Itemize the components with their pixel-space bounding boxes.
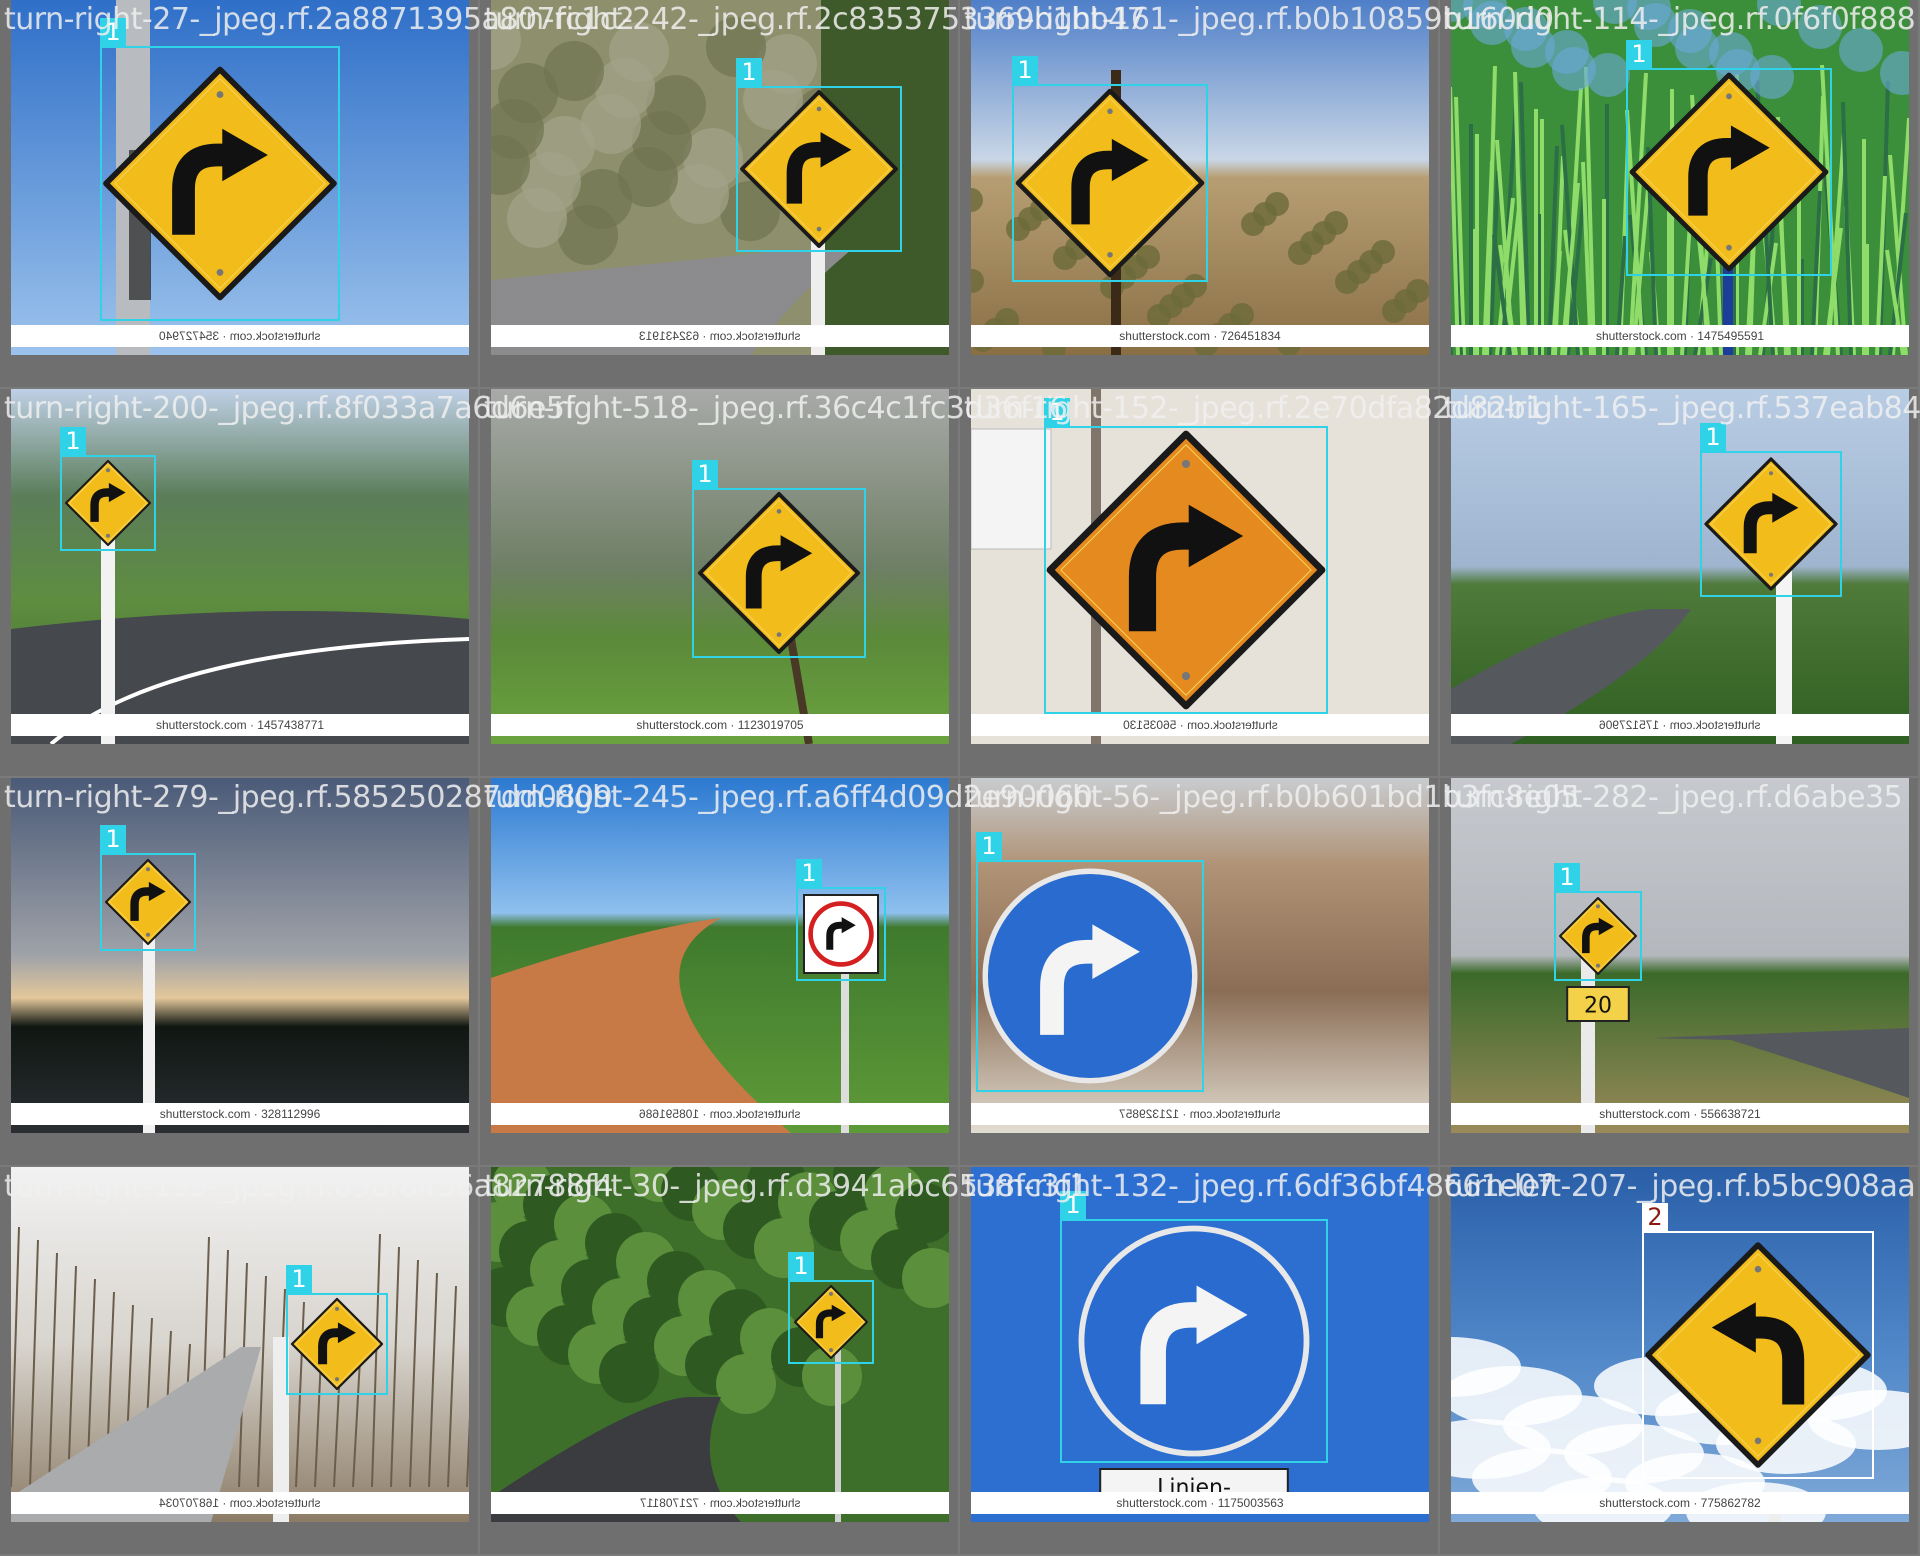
plate-text: 20 <box>1584 994 1612 1019</box>
image-grid: shutterstock.com · 354727940 1 turn-right-… <box>0 0 1920 1556</box>
image-tile: shutterstock.com · 175127906 <box>1440 389 1918 776</box>
watermark: shutterstock.com · 632431913 <box>491 325 949 347</box>
scene-background <box>11 778 469 1133</box>
watermark: shutterstock.com · 354727940 <box>11 325 469 347</box>
bounding-box: 1 <box>1044 398 1328 714</box>
scene-background <box>1451 778 1909 1133</box>
class-label: 1 <box>100 825 126 853</box>
watermark-text: shutterstock.com · 1475495591 <box>1595 329 1765 343</box>
class-label: 1 <box>60 427 86 455</box>
image-tile: shutterstock.com · 168707034 <box>0 1167 478 1554</box>
filename-label: turn-left-207-_jpeg.rf.b5bc908aa <box>1444 1169 1916 1204</box>
image-tile: shutterstock.com · 721708117 <box>480 1167 958 1554</box>
watermark: shutterstock.com · 168707034 <box>11 1492 469 1514</box>
filename-label: turn-right-114-_jpeg.rf.0f6f0f888 <box>1444 2 1916 37</box>
bounding-box: 1 <box>692 460 866 658</box>
bounding-box: 1 <box>60 427 156 551</box>
class-label: 1 <box>1700 423 1726 451</box>
watermark: shutterstock.com · 108591686 <box>491 1103 949 1125</box>
watermark-text: shutterstock.com · 108591686 <box>639 1107 801 1121</box>
watermark-text: shutterstock.com · 556638721 <box>1599 1107 1761 1121</box>
watermark: shutterstock.com · 328112996 <box>11 1103 469 1125</box>
watermark-text: shutterstock.com · 1175003563 <box>1116 1496 1284 1510</box>
bounding-box: 1 <box>1012 56 1208 282</box>
class-label: 1 <box>976 832 1002 860</box>
bounding-box: 1 <box>1060 1191 1328 1463</box>
watermark: shutterstock.com · 1175003563 <box>971 1492 1429 1514</box>
watermark-text: shutterstock.com · 175127906 <box>1599 718 1761 732</box>
watermark: shutterstock.com · 721708117 <box>491 1492 949 1514</box>
class-label: 1 <box>788 1252 814 1280</box>
scene-background <box>491 1167 949 1522</box>
bounding-box: 1 <box>796 859 886 981</box>
filename-label: turn-right-165-_jpeg.rf.537eab84 <box>1444 391 1920 426</box>
bounding-box: 1 <box>1700 423 1842 597</box>
class-label: 1 <box>1626 40 1652 68</box>
image-tile: 20 shutterstock.com · 556638721 <box>1440 778 1918 1165</box>
watermark-text: shutterstock.com · 354727940 <box>159 329 321 343</box>
watermark: shutterstock.com · 56035130 <box>971 714 1429 736</box>
watermark-text: shutterstock.com · 121329857 <box>1119 1107 1281 1121</box>
watermark-text: shutterstock.com · 775862782 <box>1599 1496 1761 1510</box>
watermark-text: shutterstock.com · 1457438771 <box>155 718 325 732</box>
bounding-box: 1 <box>976 832 1204 1092</box>
scene-background <box>11 1167 469 1522</box>
image-tile: shutterstock.com · 108591686 <box>480 778 958 1165</box>
image-tile: shutterstock.com · 328112996 <box>0 778 478 1165</box>
class-label: 2 <box>1642 1203 1668 1231</box>
bounding-box: 1 <box>1554 863 1642 981</box>
class-label: 1 <box>1012 56 1038 84</box>
class-label: 1 <box>796 859 822 887</box>
watermark: shutterstock.com · 1475495591 <box>1451 325 1909 347</box>
watermark: shutterstock.com · 726451834 <box>971 325 1429 347</box>
bounding-box: 2 <box>1642 1203 1874 1479</box>
watermark-text: shutterstock.com · 726451834 <box>1119 329 1281 343</box>
watermark-text: shutterstock.com · 632431913 <box>639 329 801 343</box>
bounding-box: 1 <box>100 18 340 321</box>
bounding-box: 1 <box>286 1265 388 1395</box>
watermark: shutterstock.com · 775862782 <box>1451 1492 1909 1514</box>
watermark-text: shutterstock.com · 328112996 <box>159 1107 321 1121</box>
watermark-text: shutterstock.com · 168707034 <box>159 1496 321 1510</box>
filename-label: turn-right-282-_jpeg.rf.d6abe35 <box>1444 780 1903 815</box>
bounding-box: 1 <box>788 1252 874 1364</box>
watermark-text: shutterstock.com · 1123019705 <box>636 718 804 732</box>
class-label: 1 <box>692 460 718 488</box>
bounding-box: 1 <box>1626 40 1832 276</box>
class-label: 1 <box>1554 863 1580 891</box>
watermark: shutterstock.com · 1457438771 <box>11 714 469 736</box>
class-label: 1 <box>736 58 762 86</box>
watermark: shutterstock.com · 1123019705 <box>491 714 949 736</box>
watermark: shutterstock.com · 121329857 <box>971 1103 1429 1125</box>
class-label: 1 <box>286 1265 312 1293</box>
watermark-text: shutterstock.com · 56035130 <box>1122 718 1278 732</box>
watermark: shutterstock.com · 175127906 <box>1451 714 1909 736</box>
watermark-text: shutterstock.com · 721708117 <box>639 1496 801 1510</box>
watermark: shutterstock.com · 556638721 <box>1451 1103 1909 1125</box>
bounding-box: 1 <box>736 58 902 252</box>
bounding-box: 1 <box>100 825 196 951</box>
